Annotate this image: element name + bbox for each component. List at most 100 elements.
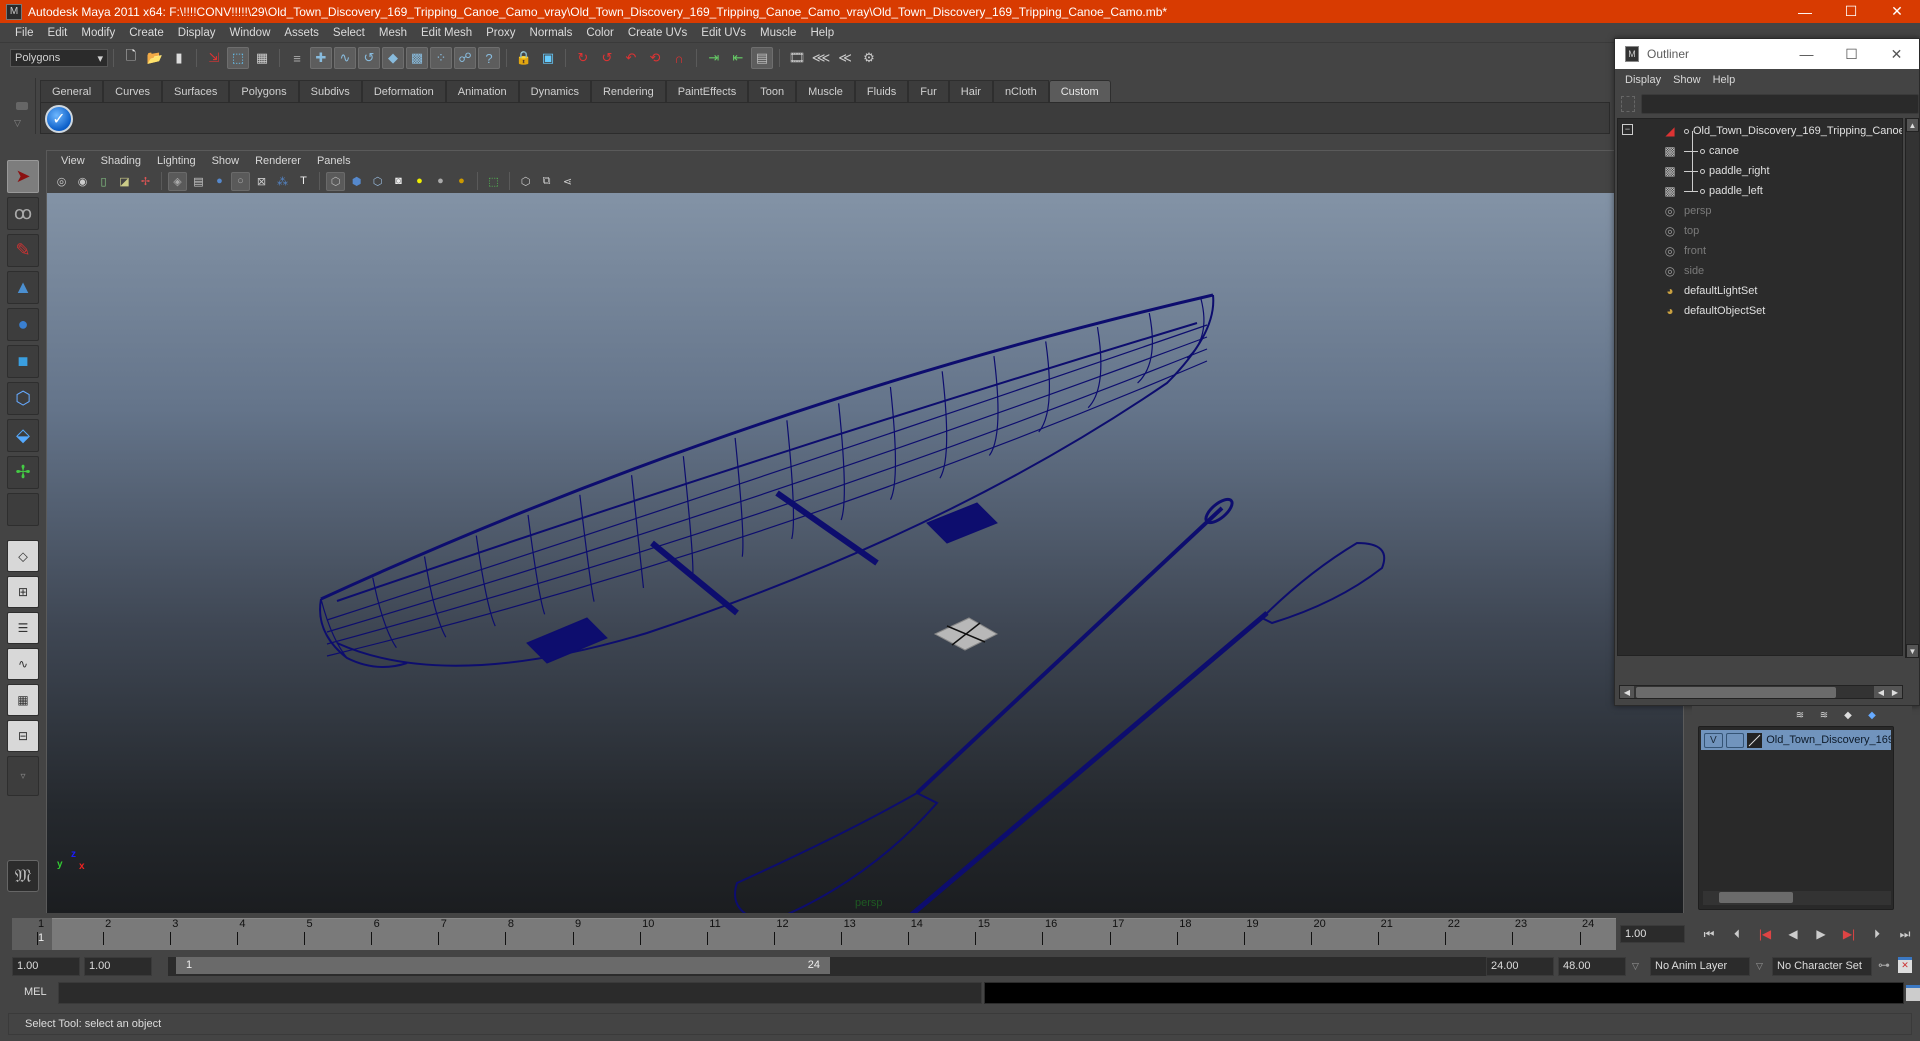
construction-history-icon[interactable]: ⟲ <box>644 47 666 69</box>
resolution-gate-icon[interactable]: ● <box>210 172 229 191</box>
attribute-panel-icon[interactable]: ▤ <box>751 47 773 69</box>
soft-mod-tool-icon[interactable]: ⬙ <box>7 419 39 452</box>
menu-assets[interactable]: Assets <box>277 27 326 39</box>
panel-menu-renderer[interactable]: Renderer <box>247 155 309 167</box>
playback-start-field[interactable]: 1.00 <box>84 957 152 976</box>
shelf-tab-rendering[interactable]: Rendering <box>590 80 666 102</box>
open-scene-icon[interactable]: 📂 <box>144 47 166 69</box>
select-highlight-icon[interactable]: ▣ <box>537 47 559 69</box>
universal-manipulator-icon[interactable]: ⬡ <box>7 382 39 415</box>
persp-graph-layout-icon[interactable]: ∿ <box>7 648 39 680</box>
outliner-item[interactable]: ▩ paddle_left <box>1662 181 1763 201</box>
menu-display[interactable]: Display <box>171 27 223 39</box>
outliner-item[interactable]: ◎ persp <box>1662 201 1712 221</box>
outliner-menu-help[interactable]: Help <box>1709 74 1744 86</box>
safe-title-icon[interactable]: T <box>294 172 313 191</box>
scroll-up-icon[interactable]: ▲ <box>1906 118 1919 132</box>
move-layer-icon[interactable]: ◆ <box>1838 708 1858 722</box>
chevron-down-icon[interactable]: ▽ <box>1632 961 1639 972</box>
camera-select-icon[interactable]: ◎ <box>52 172 71 191</box>
character-set-dropdown[interactable]: No Character Set <box>1772 957 1872 976</box>
outliner-maximize-button[interactable]: ☐ <box>1829 39 1874 69</box>
snap-grid-icon[interactable]: ✚ <box>310 47 332 69</box>
output-ops-icon[interactable]: ↶ <box>620 47 642 69</box>
hypershade-persp-layout-icon[interactable]: ▦ <box>7 684 39 716</box>
outliner-item[interactable]: ◎ top <box>1662 221 1700 241</box>
checkmark-icon[interactable]: ✓ <box>45 105 73 133</box>
paint-select-tool-icon[interactable]: ✎ <box>7 234 39 267</box>
outliner-vertical-scrollbar[interactable]: ▲ ▼ <box>1905 118 1919 658</box>
menu-edit-uvs[interactable]: Edit UVs <box>694 27 753 39</box>
outliner-menu-display[interactable]: Display <box>1621 74 1669 86</box>
select-by-component-icon[interactable]: ▦ <box>251 47 273 69</box>
menu-normals[interactable]: Normals <box>523 27 580 39</box>
share-icon[interactable]: ⋖ <box>558 172 577 191</box>
shelf-tab-fur[interactable]: Fur <box>908 80 949 102</box>
outliner-item[interactable]: ▩ canoe <box>1662 141 1739 161</box>
shelf-tab-animation[interactable]: Animation <box>445 80 519 102</box>
menu-create[interactable]: Create <box>122 27 171 39</box>
snap-surface-icon[interactable]: ◆ <box>382 47 404 69</box>
shelf-tab-painteffects[interactable]: PaintEffects <box>665 80 749 102</box>
ipr-render-icon[interactable]: ≪ <box>834 47 856 69</box>
wireframe-icon[interactable]: ⬡ <box>326 171 345 191</box>
play-forwards-icon[interactable]: ▶ <box>1807 924 1835 944</box>
xray-icon[interactable]: ⬡ <box>516 172 535 191</box>
filter-icon[interactable] <box>1621 96 1635 112</box>
outliner-persp-layout-icon[interactable]: ☰ <box>7 612 39 644</box>
animation-preferences-icon[interactable]: ✕ <box>1898 957 1912 973</box>
safe-action-icon[interactable]: ⁂ <box>273 172 292 191</box>
bookmark-icon[interactable]: ▯ <box>94 172 113 191</box>
layer-row[interactable]: V Old_Town_Discovery_169 <box>1701 730 1891 750</box>
scroll-thumb[interactable] <box>1719 892 1793 903</box>
shelf-tab-ncloth[interactable]: nCloth <box>992 80 1049 102</box>
render-settings-icon[interactable]: ⚙ <box>858 47 880 69</box>
single-perspective-layout-icon[interactable]: ⬦ <box>7 540 39 572</box>
layout-menu-icon[interactable]: ▿ <box>7 756 39 796</box>
shelf-tab-toon[interactable]: Toon <box>748 80 797 102</box>
panel-menu-show[interactable]: Show <box>204 155 248 167</box>
layer-horizontal-scrollbar[interactable] <box>1703 891 1891 905</box>
outliner-title-bar[interactable]: M Outliner — ☐ ✕ <box>1615 39 1919 69</box>
wireframe-on-shaded-icon[interactable]: ⬡ <box>368 172 387 191</box>
snap-view-icon[interactable]: ▩ <box>406 47 428 69</box>
panel-menu-panels[interactable]: Panels <box>309 155 359 167</box>
step-back-frame-icon[interactable]: ⏴ <box>1723 924 1751 944</box>
use-all-lights-icon[interactable]: ● <box>410 172 429 191</box>
scroll-left-icon[interactable]: ◀ <box>1620 686 1634 698</box>
save-scene-icon[interactable]: ▮ <box>168 47 190 69</box>
shelf-tab-dynamics[interactable]: Dynamics <box>518 80 591 102</box>
panel-menu-view[interactable]: View <box>53 155 93 167</box>
outliner-horizontal-scrollbar[interactable]: ◀ ◀ ▶ <box>1619 685 1903 699</box>
mask-menu-icon[interactable]: ≡ <box>286 47 308 69</box>
menu-modify[interactable]: Modify <box>74 27 122 39</box>
menu-file[interactable]: File <box>8 27 41 39</box>
shelf-tab-general[interactable]: General <box>40 80 104 102</box>
shelf-tab-deformation[interactable]: Deformation <box>361 80 446 102</box>
range-slider-thumb[interactable]: 1 24 <box>176 957 830 974</box>
shelf-menu-icon[interactable]: ▽ <box>14 118 21 129</box>
outliner-menu-show[interactable]: Show <box>1669 74 1709 86</box>
close-button[interactable]: ✕ <box>1874 0 1920 23</box>
gate-mask-icon[interactable]: ○ <box>231 171 250 191</box>
outliner-close-button[interactable]: ✕ <box>1874 39 1919 69</box>
shelf-tab-curves[interactable]: Curves <box>103 80 162 102</box>
shelf-handle[interactable]: ▽ <box>8 78 36 134</box>
menu-help[interactable]: Help <box>803 27 841 39</box>
scale-tool-icon[interactable]: ■ <box>7 345 39 378</box>
step-back-key-icon[interactable]: |◀ <box>1751 924 1779 944</box>
layer-color-swatch[interactable] <box>1747 732 1763 748</box>
shelf-tab-subdivs[interactable]: Subdivs <box>298 80 362 102</box>
minimize-button[interactable]: — <box>1782 0 1828 23</box>
script-editor-icon[interactable] <box>1906 985 1920 1001</box>
input-ops-icon[interactable]: ↺ <box>596 47 618 69</box>
collapse-icon[interactable]: − <box>1622 124 1633 135</box>
chevron-down-icon[interactable]: ▽ <box>1756 961 1763 972</box>
persp-outliner-graph-layout-icon[interactable]: ⊟ <box>7 720 39 752</box>
menu-color[interactable]: Color <box>579 27 620 39</box>
menu-mesh[interactable]: Mesh <box>372 27 414 39</box>
shelf-tab-hair[interactable]: Hair <box>948 80 993 102</box>
layer-playback-toggle[interactable] <box>1725 732 1745 748</box>
shelf-tab-surfaces[interactable]: Surfaces <box>161 80 230 102</box>
menu-edit-mesh[interactable]: Edit Mesh <box>414 27 479 39</box>
